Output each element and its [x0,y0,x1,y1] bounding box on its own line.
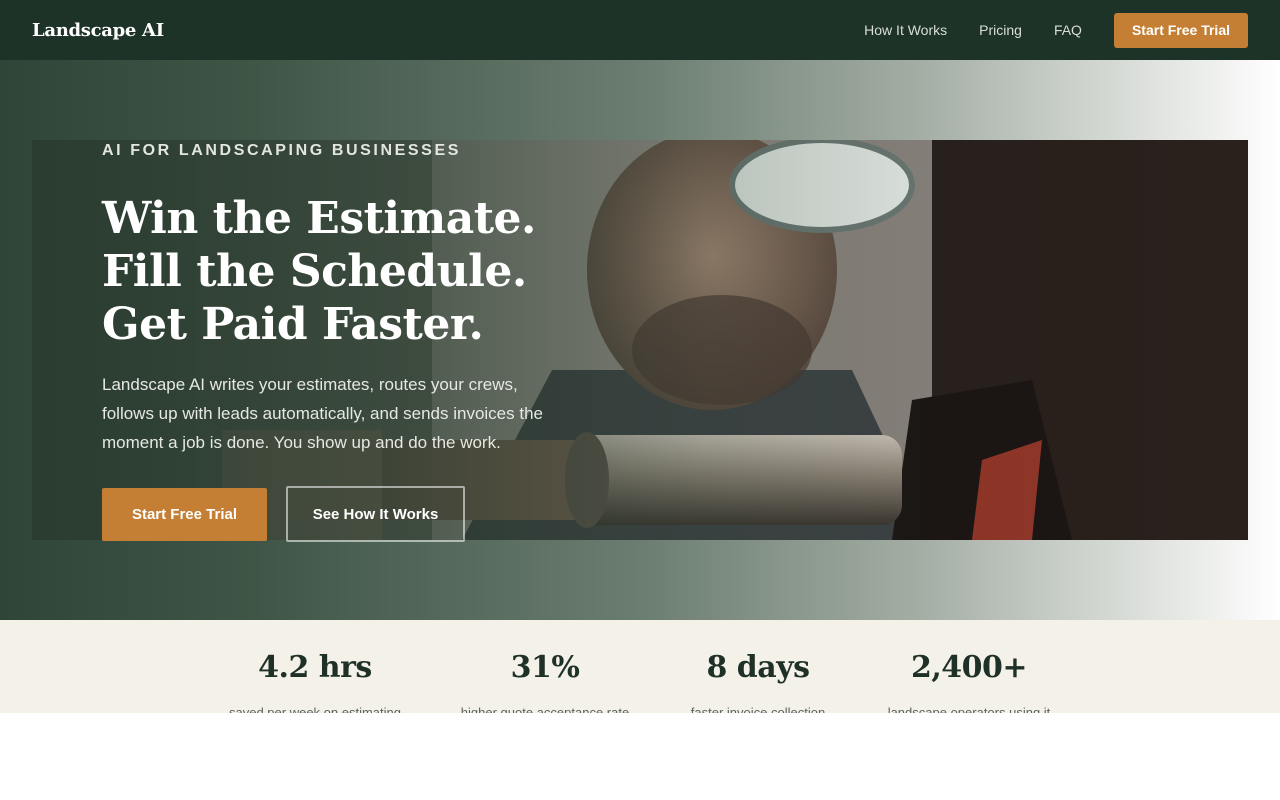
stat-label: landscape operators using it [887,705,1051,713]
stat-label: higher quote acceptance rate [460,705,630,713]
stat-label: saved per week on estimating [229,705,401,713]
hero-section: AI FOR LANDSCAPING BUSINESSES Win the Es… [0,60,1280,620]
nav-menu: How It Works Pricing FAQ Start Free Tria… [864,12,1248,48]
hero-eyebrow: AI FOR LANDSCAPING BUSINESSES [102,142,461,159]
headline-line-2: Fill the Schedule. [102,246,527,297]
stat-label: faster invoice collection [690,705,826,713]
stat-item: 8 days faster invoice collection [658,648,858,713]
nav-link-faq[interactable]: FAQ [1054,22,1082,38]
stat-item: 2,400+ landscape operators using it [869,648,1069,713]
headline-line-3: Get Paid Faster. [102,299,484,350]
stat-item: 4.2 hrs saved per week on estimating [215,648,415,713]
hero-see-how-button[interactable]: See How It Works [286,486,465,542]
nav-link-pricing[interactable]: Pricing [979,22,1022,38]
stat-value: 31% [510,650,580,685]
stat-value: 8 days [706,650,810,685]
brand-logo[interactable]: Landscape AI [32,20,164,41]
stat-item: 31% higher quote acceptance rate [445,648,645,713]
top-nav: Landscape AI How It Works Pricing FAQ St… [0,0,1280,60]
hero-headline: Win the Estimate. Fill the Schedule. Get… [102,192,536,351]
stat-value: 2,400+ [910,650,1028,685]
nav-start-trial-button[interactable]: Start Free Trial [1113,12,1248,48]
headline-line-1: Win the Estimate. [102,193,536,244]
nav-link-how-it-works[interactable]: How It Works [864,22,947,38]
stats-bar: 4.2 hrs saved per week on estimating 31%… [0,620,1280,713]
hero-start-trial-button[interactable]: Start Free Trial [102,488,267,541]
hero-subcopy: Landscape AI writes your estimates, rout… [102,375,543,452]
stat-value: 4.2 hrs [258,650,372,685]
